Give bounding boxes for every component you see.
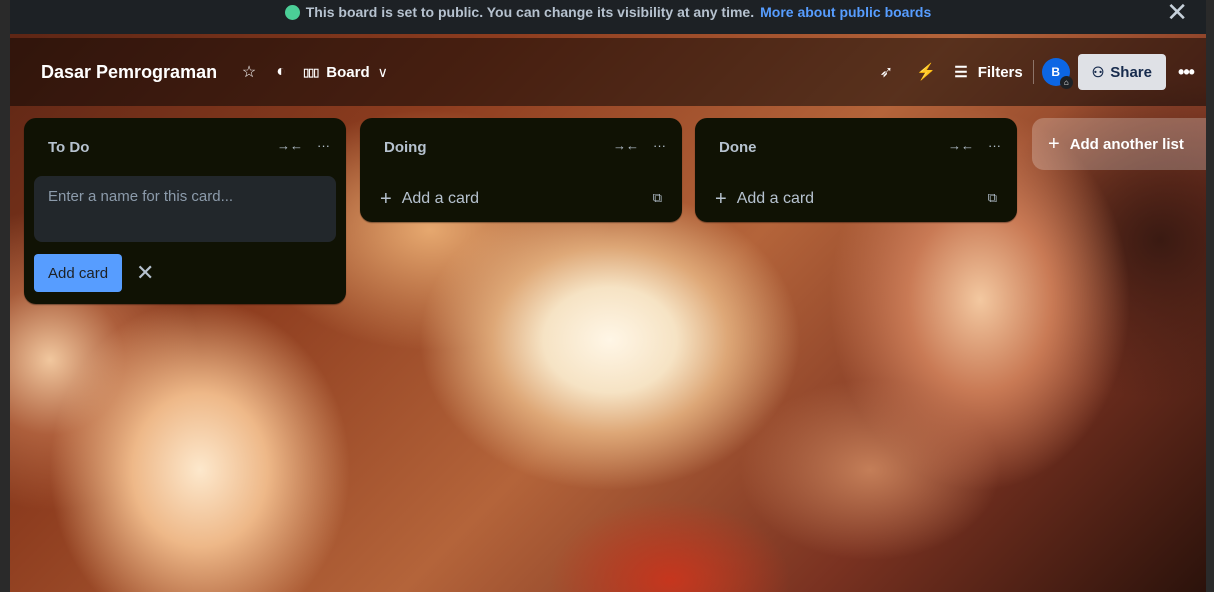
- view-label: Board: [326, 63, 370, 81]
- share-button[interactable]: ⚇ Share: [1077, 54, 1166, 90]
- collapse-list-icon[interactable]: →←: [948, 138, 974, 153]
- header-actions: ➶ ⚡ ☰ Filters B ⌂ ⚇ Share •••: [870, 38, 1206, 106]
- list-header: Done →← ···: [695, 118, 1017, 176]
- card-name-input[interactable]: [34, 176, 336, 242]
- more-menu-icon[interactable]: •••: [1166, 62, 1206, 83]
- public-boards-link[interactable]: More about public boards: [760, 4, 931, 20]
- list-menu-icon[interactable]: ···: [317, 138, 330, 153]
- card-template-icon[interactable]: ⧉: [653, 190, 662, 206]
- filter-icon: ☰: [954, 64, 968, 81]
- chevron-down-icon: ∨: [377, 63, 388, 80]
- globe-icon: [284, 4, 300, 20]
- plus-icon: +: [1048, 132, 1060, 155]
- list-done: Done →← ··· + Add a card ⧉: [695, 118, 1017, 222]
- add-another-list-button[interactable]: + Add another list: [1032, 118, 1206, 170]
- list-title[interactable]: Doing: [384, 139, 427, 156]
- share-label: Share: [1110, 63, 1152, 81]
- composer-actions: Add card ✕: [24, 242, 346, 304]
- star-icon[interactable]: ☆: [233, 56, 265, 88]
- list-doing: Doing →← ··· + Add a card ⧉: [360, 118, 682, 222]
- automation-icon[interactable]: ⚡: [910, 56, 942, 88]
- board-view-icon: ▯▯▯: [303, 66, 319, 79]
- view-switcher[interactable]: ▯▯▯ Board ∨: [303, 64, 388, 81]
- add-card-label: Add a card: [401, 190, 480, 207]
- plus-icon: +: [380, 187, 392, 210]
- add-person-icon: ⚇: [1091, 63, 1105, 80]
- visibility-icon[interactable]: ◐: [265, 56, 297, 88]
- add-card-row[interactable]: + Add a card ⧉: [360, 176, 682, 222]
- plus-icon: +: [715, 187, 727, 210]
- list-actions: →← ···: [613, 138, 666, 153]
- banner-text: This board is set to public. You can cha…: [305, 4, 755, 20]
- board-title[interactable]: Dasar Pemrograman: [41, 62, 217, 83]
- add-list-label: Add another list: [1069, 135, 1184, 153]
- filters-button[interactable]: ☰ Filters: [954, 63, 1023, 82]
- list-header: To Do →← ···: [24, 118, 346, 176]
- header-divider: [1032, 60, 1034, 84]
- board-canvas: This board is set to public. You can cha…: [10, 0, 1206, 592]
- window-left-edge: [0, 0, 10, 592]
- add-card-button[interactable]: Add card: [34, 254, 123, 292]
- admin-badge-icon: ⌂: [1059, 76, 1073, 89]
- window-right-edge: [1206, 0, 1214, 592]
- close-icon[interactable]: ✕: [1166, 0, 1188, 28]
- avatar[interactable]: B ⌂: [1041, 58, 1073, 89]
- board-header: Dasar Pemrograman ☆ ◐ ▯▯▯ Board ∨ ➶ ⚡ ☰ …: [10, 38, 1206, 106]
- list-menu-icon[interactable]: ···: [988, 138, 1001, 153]
- list-actions: →← ···: [948, 138, 1001, 153]
- list-actions: →← ···: [277, 138, 330, 153]
- add-card-label: Add a card: [736, 190, 815, 207]
- collapse-list-icon[interactable]: →←: [613, 138, 639, 153]
- list-title[interactable]: Done: [719, 139, 757, 156]
- list-to-do: To Do →← ··· Add card ✕: [24, 118, 346, 304]
- list-header: Doing →← ···: [360, 118, 682, 176]
- list-menu-icon[interactable]: ···: [653, 138, 666, 153]
- public-board-banner: This board is set to public. You can cha…: [10, 0, 1206, 34]
- collapse-list-icon[interactable]: →←: [277, 138, 303, 153]
- list-title[interactable]: To Do: [48, 139, 89, 156]
- avatar-initial: B: [1051, 65, 1061, 79]
- power-ups-icon[interactable]: ➶: [870, 56, 902, 88]
- close-icon[interactable]: ✕: [136, 260, 154, 286]
- filters-label: Filters: [977, 63, 1023, 81]
- add-card-row[interactable]: + Add a card ⧉: [695, 176, 1017, 222]
- card-template-icon[interactable]: ⧉: [988, 190, 997, 206]
